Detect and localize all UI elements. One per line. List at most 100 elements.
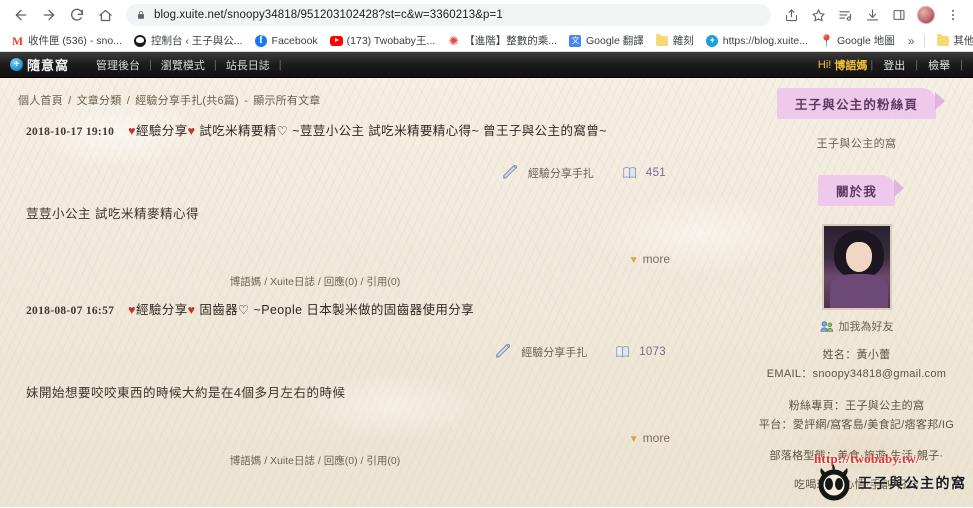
triangle-down-icon: ▼ — [628, 434, 639, 445]
divider: | — [278, 58, 282, 71]
bookmark-item[interactable]: f Facebook — [250, 32, 323, 49]
site-nav: 管理後台 | 瀏覽模式 | 站長日誌 | — [87, 57, 282, 73]
site-bar-user-area: Hi! 博語媽 | 登出 | 檢舉 | — [818, 57, 963, 73]
profile-avatar-icon[interactable] — [914, 3, 938, 27]
post-date: 2018-08-07 16:57 — [26, 305, 115, 317]
post-trackbacks[interactable]: 引用(0) — [366, 455, 400, 467]
post-body: 荳荳小公主 試吃米精麥精心得 — [26, 207, 199, 221]
post-author[interactable]: 博語媽 — [230, 455, 262, 467]
reading-list-icon[interactable] — [833, 3, 857, 27]
post-trackbacks[interactable]: 引用(0) — [366, 276, 400, 288]
address-bar[interactable]: blog.xuite.net/snoopy34818/951203102428?… — [126, 4, 771, 26]
about-email: EMAIL：snoopy34818@gmail.com — [766, 368, 947, 381]
youtube-icon — [329, 34, 343, 47]
home-icon[interactable] — [92, 2, 118, 28]
avatar — [917, 6, 935, 24]
bookmark-label: Google 翻譯 — [585, 35, 644, 47]
forward-arrow-icon[interactable] — [36, 2, 62, 28]
folder-icon — [656, 33, 669, 47]
add-friend-icon — [820, 320, 834, 333]
sidepanel-icon[interactable] — [887, 3, 911, 27]
bookmark-item[interactable]: (173) Twobaby王... — [325, 31, 441, 50]
post-author[interactable]: 博語媽 — [230, 276, 262, 288]
pencil-icon — [501, 164, 521, 181]
post-more-link[interactable]: ▼ more — [18, 431, 722, 445]
bookmark-item[interactable]: ✺ 【進階】整數的乘... — [442, 31, 562, 50]
post-meta: 經驗分享手扎 451 — [18, 164, 722, 181]
bookmark-item[interactable]: 📍 Google 地圖 — [815, 31, 900, 50]
fanpage-panel-heading: 王子與公主的粉絲頁 — [776, 88, 946, 119]
post-more-label: more — [642, 252, 670, 266]
site-nav-log[interactable]: 站長日誌 — [217, 57, 279, 73]
reload-icon[interactable] — [64, 2, 90, 28]
bookmark-star-icon[interactable] — [806, 3, 830, 27]
avatar-face — [845, 242, 872, 272]
post-more-link[interactable]: ▼ more — [18, 252, 722, 266]
breadcrumb-home[interactable]: 個人首頁 — [18, 95, 63, 107]
other-bookmarks-button[interactable]: 其他書籤 — [931, 31, 973, 50]
post-site[interactable]: Xuite日誌 — [270, 455, 315, 467]
logout-link[interactable]: 登出 — [873, 57, 915, 73]
add-friend-button[interactable]: 加我為好友 — [746, 318, 967, 334]
address-bar-text: blog.xuite.net/snoopy34818/951203102428?… — [154, 9, 503, 21]
back-arrow-icon[interactable] — [8, 2, 34, 28]
breadcrumb-separator: / — [126, 95, 130, 107]
bookmark-item[interactable]: M 收件匣 (536) - sno... — [6, 31, 127, 50]
divider: | — [960, 58, 963, 71]
post-title[interactable]: ♥經驗分享♥ 試吃米精要精♡ ~荳荳小公主 試吃米精要精心得~ 曾王子與公主的窩… — [128, 120, 607, 139]
google-translate-icon: 文 — [569, 34, 582, 47]
post-comments[interactable]: 回應(0) — [324, 455, 358, 467]
footer-separator: / — [360, 455, 364, 467]
bookmark-item[interactable]: + https://blog.xuite... — [701, 32, 813, 49]
site-logo[interactable]: 隨意窩 — [10, 55, 69, 74]
other-bookmarks-label: 其他書籤 — [953, 35, 973, 47]
post-site[interactable]: Xuite日誌 — [270, 276, 315, 288]
site-nav-browse[interactable]: 瀏覽模式 — [152, 57, 214, 73]
profile-photo — [821, 224, 892, 310]
pencil-icon — [494, 343, 514, 360]
avatar-body — [829, 274, 888, 308]
footer-separator: / — [317, 455, 321, 467]
post-header: 2018-08-07 16:57 ♥經驗分享♥ 固齒器♡ ~People 日本製… — [18, 299, 722, 318]
bookmark-label: 雜刻 — [672, 35, 694, 47]
breadcrumb-category[interactable]: 文章分類 — [77, 95, 122, 107]
bookmark-label: 【進階】整數的乘... — [464, 35, 557, 47]
google-maps-icon: 📍 — [819, 33, 834, 48]
about-type: 部落格型態：美食·旅遊·生活·親子· — [746, 447, 967, 466]
post-header: 2018-10-17 19:10 ♥經驗分享♥ 試吃米精要精♡ ~荳荳小公主 試… — [18, 120, 722, 139]
fanpage-panel-content[interactable]: 王子與公主的窩 — [746, 135, 967, 151]
facebook-icon: f — [255, 34, 268, 47]
about-fanpage: 粉絲專頁：王子與公主的窩 平台：愛評網/窩客島/美食記/痞客邦/IG — [746, 397, 967, 436]
post-title[interactable]: ♥經驗分享♥ 固齒器♡ ~People 日本製米做的固齒器使用分享 — [128, 299, 474, 318]
post-category[interactable]: 經驗分享手扎 — [501, 164, 594, 181]
post-comments[interactable]: 回應(0) — [324, 276, 358, 288]
xuite-icon: + — [706, 34, 719, 47]
breadcrumb-show-all[interactable]: 顯示所有文章 — [253, 95, 320, 107]
page-content: 隨意窩 管理後台 | 瀏覽模式 | 站長日誌 | Hi! 博語媽 | 登出 | … — [0, 52, 973, 507]
bookmark-item[interactable]: 雜刻 — [651, 31, 699, 50]
gmail-icon: M — [11, 33, 24, 48]
greeting-label: Hi! — [817, 58, 832, 71]
bookmark-item[interactable]: 控制台 ‹ 王子與公... — [129, 31, 248, 50]
bookmark-label: Facebook — [271, 34, 318, 47]
site-logo-text: 隨意窩 — [27, 59, 70, 74]
site-nav-admin[interactable]: 管理後台 — [87, 57, 149, 73]
username-label[interactable]: 博語媽 — [834, 57, 867, 73]
post-category[interactable]: 經驗分享手扎 — [494, 343, 587, 360]
post-title-text: 固齒器♡ ~People 日本製米做的固齒器使用分享 — [199, 303, 475, 317]
bookmark-label: 控制台 ‹ 王子與公... — [150, 35, 243, 47]
three-dot-menu-icon[interactable] — [941, 3, 965, 27]
download-icon[interactable] — [860, 3, 884, 27]
bookmark-label: (173) Twobaby王... — [346, 35, 436, 47]
lock-icon — [136, 9, 146, 21]
post-footer: 博語媽 / Xuite日誌 / 回應(0) / 引用(0) — [18, 274, 722, 289]
share-icon[interactable] — [779, 3, 803, 27]
report-link[interactable]: 檢舉 — [918, 57, 960, 73]
post-title-text: 試吃米精要精♡ ~荳荳小公主 試吃米精要精心得~ 曾王子與公主的窩曾~ — [199, 124, 607, 138]
post-category-label: 經驗分享手扎 — [527, 168, 594, 180]
about-identity: 姓名：黃小蕾 EMAIL：snoopy34818@gmail.com — [746, 346, 967, 385]
post-body: 妹開始想要咬咬東西的時候大約是在4個多月左右的時候 — [26, 386, 346, 400]
bookmarks-overflow-button[interactable]: » — [904, 34, 919, 48]
post-views-count: 451 — [645, 167, 666, 179]
bookmark-item[interactable]: 文 Google 翻譯 — [564, 31, 649, 50]
